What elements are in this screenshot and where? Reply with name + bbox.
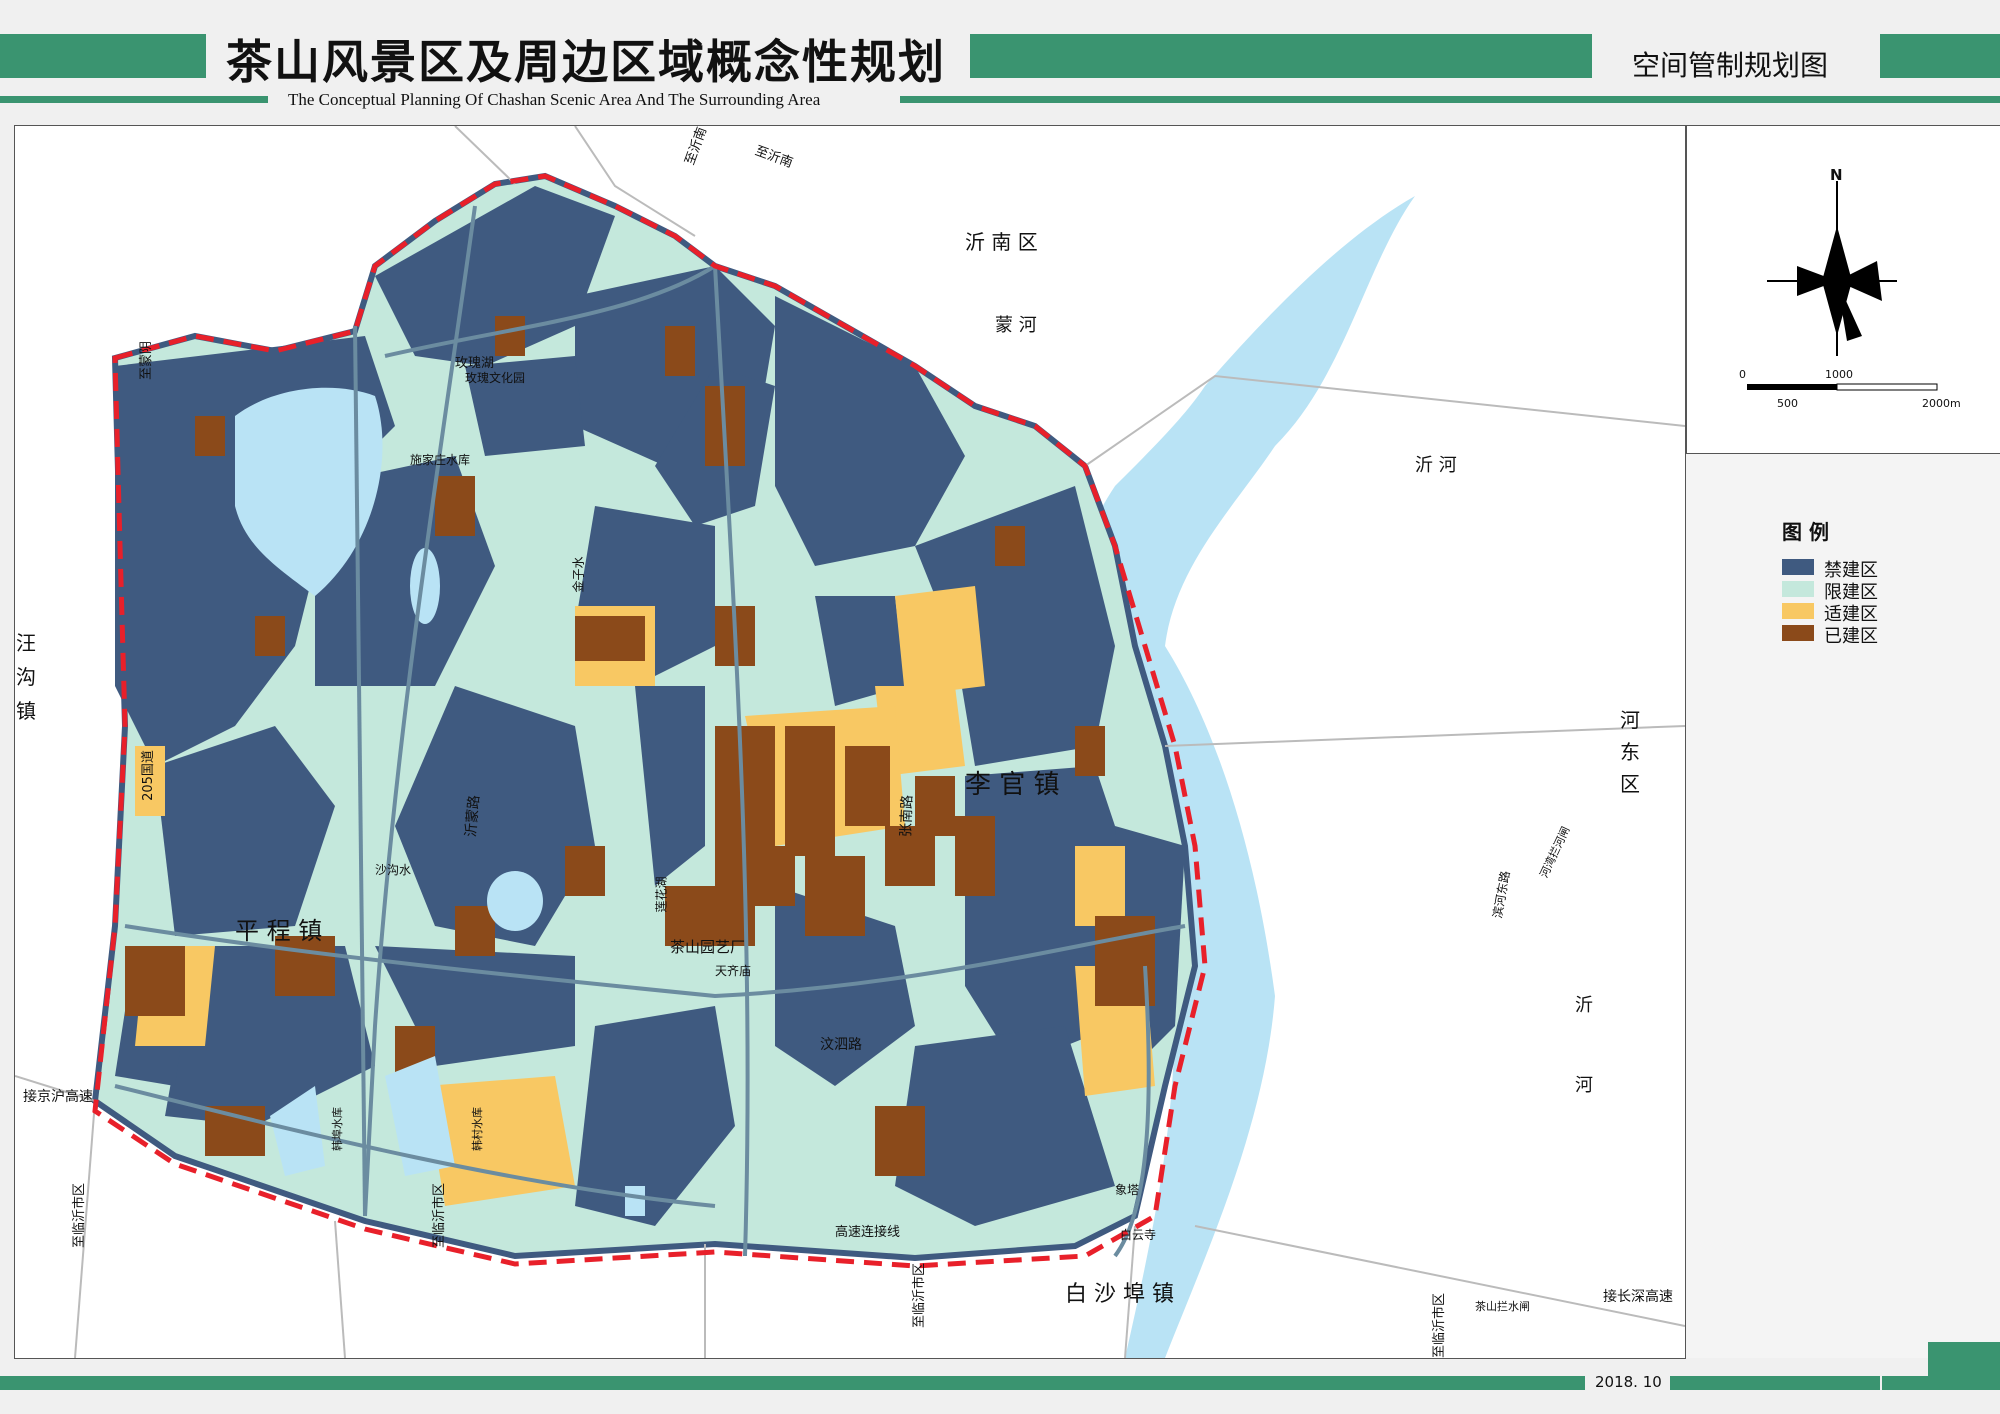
footer-bar-end <box>1882 1376 2000 1390</box>
compass-box: N 0 1000 500 2000m <box>1686 126 2000 454</box>
label-shijiazhuang-reservoir: 施家庄水库 <box>410 453 471 467</box>
label-yi-river-top: 沂 河 <box>1415 455 1457 476</box>
page-title-english: The Conceptual Planning Of Chashan Sceni… <box>288 90 821 109</box>
footer-bar-right <box>1670 1376 1880 1390</box>
legend-swatch <box>1782 625 1814 641</box>
footer-corner-block <box>1928 1342 2000 1376</box>
scale-1000: 1000 <box>1825 368 1853 381</box>
footer-bar-left <box>0 1376 1585 1390</box>
label-national-road-205: 205国道 <box>140 750 156 801</box>
scale-500: 500 <box>1777 397 1798 410</box>
label-shagou-water: 沙沟水 <box>375 863 412 877</box>
legend-title: 图 例 <box>1782 520 1829 544</box>
compass-north: N <box>1830 166 1843 184</box>
label-to-linyi-4: 至临沂市区 <box>1432 1292 1448 1359</box>
label-jinzi-water: 金子水 <box>571 556 586 593</box>
header-bar-right <box>1880 34 2000 78</box>
label-lianhua-lake: 莲花湖 <box>654 876 669 913</box>
label-yimeng-road: 沂蒙路 <box>463 794 483 838</box>
label-pingcheng-town: 平 程 镇 <box>235 917 323 945</box>
legend-swatch <box>1782 581 1814 597</box>
label-to-linyi-1: 至临沂市区 <box>72 1182 88 1249</box>
label-wensi-road: 汶泗路 <box>820 1037 862 1053</box>
scale-2000m: 2000m <box>1922 397 1961 410</box>
header-bar-middle <box>970 34 1592 78</box>
label-wanggou-town: 汪 沟 镇 <box>16 631 36 723</box>
page-title: 茶山风景区及周边区域概念性规划 <box>226 35 946 89</box>
zoning-map <box>15 126 1685 1358</box>
label-baishabu-town: 白 沙 埠 镇 <box>1065 1282 1174 1307</box>
label-zhangnan-road: 张南路 <box>898 794 916 838</box>
legend-label: 已建区 <box>1824 626 1878 647</box>
legend-swatch <box>1782 603 1814 619</box>
header-underline-right <box>900 96 2000 103</box>
map-subtitle: 空间管制规划图 <box>1632 49 1829 82</box>
label-changshen-expressway: 接长深高速 <box>1603 1289 1673 1305</box>
label-hancun-reservoir: 韩村水库 <box>471 1107 484 1151</box>
header-bar-left <box>0 34 206 78</box>
label-meiguihu-park: 玫瑰文化园 <box>465 371 526 385</box>
label-hedong-district: 河 东 区 <box>1620 708 1640 796</box>
label-chashan-garden: 茶山园艺厂 <box>670 938 746 956</box>
label-to-linyi-3: 至临沂市区 <box>912 1262 928 1329</box>
label-jinghu-expressway: 接京沪高速 <box>23 1089 93 1105</box>
date-stamp: 2018. 10 <box>1595 1373 1662 1391</box>
label-meng-river: 蒙 河 <box>995 315 1037 336</box>
label-expressway-link: 高速连接线 <box>835 1225 901 1240</box>
map-frame: 沂 南 区 汪 沟 镇 河 东 区 白 沙 埠 镇 李 官 镇 平 程 镇 蒙 … <box>14 125 1686 1359</box>
label-chashan-dam: 茶山拦水闸 <box>1475 1300 1530 1313</box>
label-xiangta: 象塔 <box>1115 1183 1140 1197</box>
label-yinan-district: 沂 南 区 <box>965 230 1038 254</box>
label-tianqi-temple: 天齐庙 <box>715 964 752 978</box>
header-underline-left <box>0 96 268 103</box>
label-baiyunsi: 白云寺 <box>1120 1228 1157 1242</box>
label-liguan-town: 李 官 镇 <box>965 770 1060 800</box>
legend-swatch <box>1782 559 1814 575</box>
label-to-mengyin: 至蒙阴 <box>139 340 155 381</box>
label-hanfang-reservoir: 韩埠水库 <box>331 1107 344 1151</box>
side-panel: N 0 1000 500 2000m 图 例 禁建区 限建区 适建区 已建区 <box>1686 125 2000 1358</box>
label-to-linyi-2: 至临沂市区 <box>432 1182 448 1249</box>
scale-0: 0 <box>1739 368 1746 381</box>
label-yi-river-right: 沂 河 <box>1575 995 1593 1096</box>
